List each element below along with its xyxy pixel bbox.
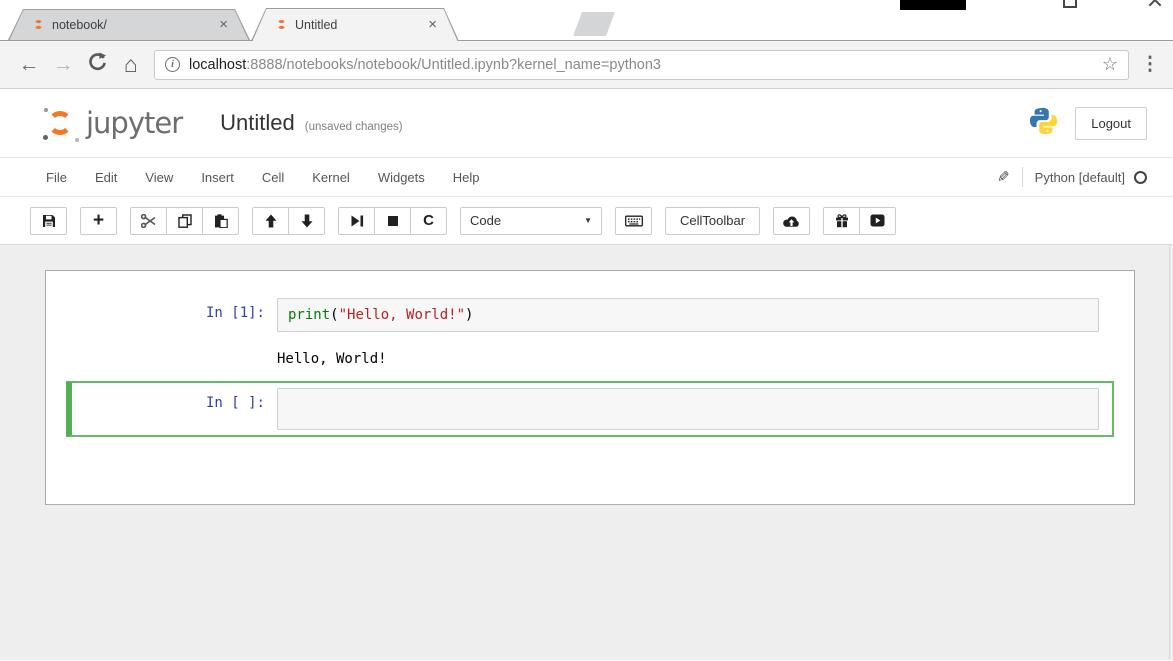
browser-tab-strip: notebook/ × Untitled ×: [0, 0, 1173, 41]
url-bar[interactable]: i localhost:8888/notebooks/notebook/Unti…: [154, 50, 1129, 80]
page-info-icon[interactable]: i: [165, 57, 180, 72]
redacted-window-control: [900, 0, 966, 10]
celltoolbar-label: CellToolbar: [674, 213, 751, 228]
code-token-print: print: [288, 307, 330, 323]
python-logo-icon: [1029, 106, 1059, 141]
browser-tab-notebook[interactable]: notebook/ ×: [8, 9, 250, 40]
jupyter-logo-icon[interactable]: [44, 106, 78, 140]
run-cell-button[interactable]: [338, 207, 375, 235]
code-token-string: "Hello, World!": [339, 307, 465, 323]
move-cell-up-button[interactable]: [252, 207, 289, 235]
notebook-toolbar: +: [0, 197, 1173, 245]
output-text: Hello, World!: [277, 349, 1109, 367]
back-icon[interactable]: ←: [12, 53, 46, 77]
code-input-empty[interactable]: [277, 388, 1099, 430]
menu-kernel[interactable]: Kernel: [298, 160, 364, 195]
forward-icon[interactable]: →: [46, 53, 80, 77]
kernel-idle-indicator-icon: [1134, 171, 1147, 184]
tab-close-icon[interactable]: ×: [428, 17, 437, 32]
checkpoint-status: (unsaved changes): [305, 113, 403, 133]
paste-cell-button[interactable]: [202, 207, 239, 235]
gift-icon: [835, 214, 849, 228]
window-restore-icon[interactable]: [1063, 0, 1077, 8]
url-text: localhost:8888/notebooks/notebook/Untitl…: [189, 57, 1102, 73]
jupyter-favicon-icon: [277, 20, 286, 29]
kernel-name: Python [default]: [1035, 170, 1125, 185]
home-icon[interactable]: ⌂: [114, 51, 148, 78]
menu-insert[interactable]: Insert: [187, 160, 248, 195]
paste-icon: [214, 214, 228, 228]
move-cell-down-button[interactable]: [288, 207, 325, 235]
url-host: localhost: [189, 57, 246, 73]
code-input[interactable]: print("Hello, World!"): [277, 298, 1099, 332]
browser-navbar: ← → ⌂ i localhost:8888/notebooks/noteboo…: [0, 41, 1173, 89]
menu-edit[interactable]: Edit: [81, 160, 131, 195]
play-video-icon: [870, 214, 885, 227]
arrow-up-icon: [264, 214, 278, 228]
code-token-paren: ): [465, 307, 473, 323]
keyboard-icon: [625, 214, 643, 228]
tab-title: notebook/: [52, 18, 219, 32]
new-tab-button[interactable]: [573, 12, 615, 36]
tutorial-video-button[interactable]: [859, 207, 896, 235]
publish-notebook-button[interactable]: [773, 207, 810, 235]
command-palette-button[interactable]: [615, 207, 652, 235]
cell-type-value: Code: [470, 213, 501, 228]
copy-cell-button[interactable]: [166, 207, 203, 235]
menu-help[interactable]: Help: [439, 160, 494, 195]
window-close-icon[interactable]: [1147, 0, 1163, 8]
save-icon: [42, 214, 56, 228]
notebook-title[interactable]: Untitled: [220, 110, 295, 136]
add-cell-button[interactable]: +: [80, 207, 117, 235]
scrollbar-track[interactable]: [1169, 245, 1170, 660]
input-prompt: In [ ]:: [77, 388, 277, 430]
notebook-scroll-area[interactable]: In [1]: print("Hello, World!") Hello, Wo…: [0, 245, 1173, 660]
cell-type-dropdown[interactable]: Code ▼: [460, 207, 602, 235]
cloud-upload-icon: [783, 214, 800, 228]
jupyter-logo-text[interactable]: jupyter: [86, 106, 182, 140]
browser-menu-icon[interactable]: ⋮: [1139, 53, 1161, 76]
jupyter-header: jupyter Untitled (unsaved changes) Logou…: [0, 89, 1173, 157]
menu-file[interactable]: File: [32, 160, 81, 195]
jupyter-favicon-icon: [34, 20, 43, 29]
notebook-container: In [1]: print("Hello, World!") Hello, Wo…: [45, 270, 1135, 505]
bookmark-star-icon[interactable]: ☆: [1102, 54, 1118, 75]
arrow-down-icon: [300, 214, 314, 228]
input-prompt: In [1]:: [77, 298, 277, 332]
copy-icon: [178, 214, 192, 228]
stop-icon: [386, 214, 400, 228]
tab-close-icon[interactable]: ×: [219, 17, 228, 32]
edit-mode-pencil-icon: ✎: [997, 168, 1010, 186]
scissors-icon: [141, 214, 156, 228]
interrupt-kernel-button[interactable]: [374, 207, 411, 235]
divider: [1022, 167, 1023, 187]
output-area: Hello, World!: [66, 349, 1114, 367]
browser-tab-untitled[interactable]: Untitled ×: [251, 8, 459, 41]
menu-cell[interactable]: Cell: [248, 160, 298, 195]
menu-view[interactable]: View: [131, 160, 187, 195]
plus-icon: +: [93, 211, 104, 230]
save-button[interactable]: [30, 207, 67, 235]
nbextension-gift-button[interactable]: [823, 207, 860, 235]
code-cell-2-selected[interactable]: In [ ]:: [66, 381, 1114, 437]
restart-kernel-button[interactable]: C: [410, 207, 447, 235]
cut-cell-button[interactable]: [130, 207, 167, 235]
code-cell-1[interactable]: In [1]: print("Hello, World!"): [66, 291, 1114, 339]
notebook-menubar: File Edit View Insert Cell Kernel Widget…: [0, 157, 1173, 197]
dropdown-caret-icon: ▼: [584, 216, 592, 225]
url-path: :8888/notebooks/notebook/Untitled.ipynb?…: [246, 57, 661, 73]
reload-icon[interactable]: [80, 52, 114, 77]
menu-widgets[interactable]: Widgets: [364, 160, 439, 195]
restart-icon: C: [423, 213, 434, 228]
logout-button[interactable]: Logout: [1075, 107, 1147, 140]
tab-title: Untitled: [295, 18, 428, 32]
celltoolbar-button[interactable]: CellToolbar: [665, 207, 760, 235]
output-prompt: [77, 349, 277, 367]
code-token-paren: (: [330, 307, 338, 323]
step-forward-icon: [350, 214, 364, 228]
